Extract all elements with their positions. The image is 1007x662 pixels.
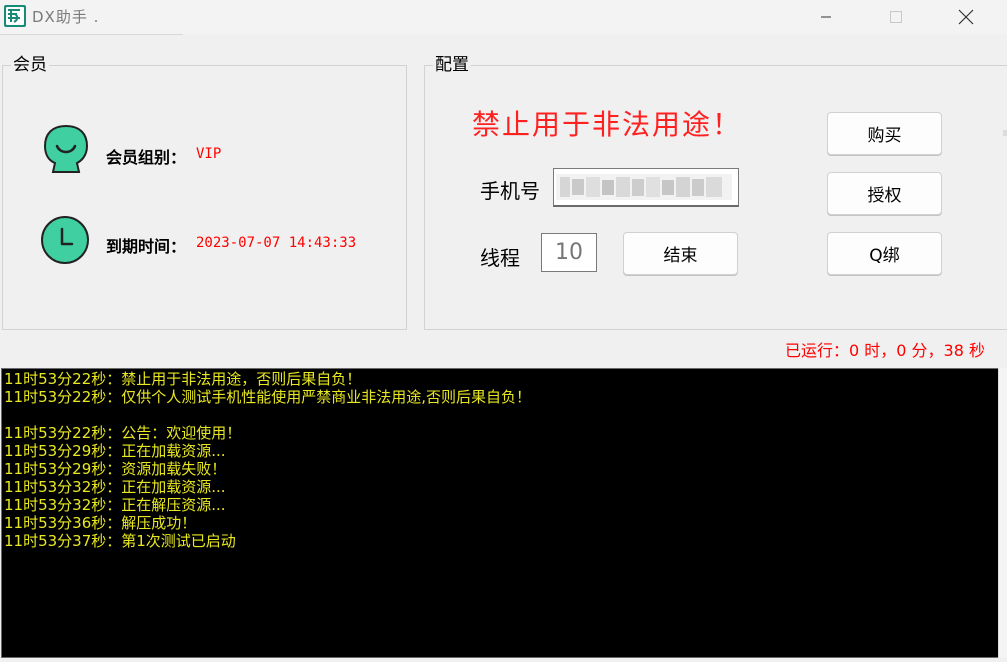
expire-time-label: 到期时间：	[106, 237, 187, 256]
member-group-box	[2, 65, 407, 330]
maximize-icon	[890, 11, 902, 23]
illegal-use-warning: 禁止用于非法用途！	[472, 108, 743, 141]
minimize-button[interactable]	[803, 0, 849, 34]
window-title: DX助手 .	[32, 8, 100, 26]
title-divider	[0, 34, 183, 35]
app-window: DX助手 . 会员 会员组别： VIP 到期时间： 2023-07-07 14:…	[0, 0, 1007, 662]
stop-button[interactable]: 结束	[623, 232, 738, 275]
log-line: 11时53分36秒：解压成功！	[4, 514, 197, 532]
title-bar[interactable]: DX助手 .	[0, 0, 1007, 34]
log-line: 11时53分29秒：正在加载资源...	[4, 442, 226, 460]
expire-time-value: 2023-07-07 14:43:33	[196, 235, 357, 251]
config-group-legend: 配置	[433, 55, 471, 75]
maximize-button[interactable]	[873, 0, 919, 34]
member-group-legend: 会员	[11, 55, 49, 75]
console-scrollbar[interactable]	[998, 368, 1007, 658]
log-line: 11时53分32秒：正在解压资源...	[4, 496, 226, 514]
log-line: 11时53分22秒：禁止用于非法用途，否则后果自负！	[4, 370, 362, 388]
close-button[interactable]	[943, 0, 989, 34]
runtime-status: 已运行：0 时，0 分，38 秒	[785, 341, 985, 360]
close-icon	[958, 9, 974, 25]
thread-count-input[interactable]: 10	[541, 233, 597, 272]
phone-label: 手机号	[480, 179, 540, 203]
window-edge-strip	[1003, 130, 1007, 136]
buy-button[interactable]: 购买	[827, 112, 942, 155]
blurred-phone-value	[556, 174, 732, 200]
minimize-icon	[821, 16, 831, 18]
clock-icon	[41, 216, 89, 264]
log-line: 11时53分29秒：资源加载失败！	[4, 460, 227, 478]
log-line: 11时53分37秒：第1次测试已启动	[4, 532, 236, 550]
thread-label: 线程	[480, 246, 520, 270]
log-line: 11时53分32秒：正在加载资源...	[4, 478, 226, 496]
member-group-value: VIP	[196, 146, 222, 162]
qbind-button[interactable]: Q绑	[827, 232, 942, 275]
phone-input[interactable]	[553, 168, 739, 207]
member-group-label: 会员组别：	[106, 148, 187, 167]
log-line: 11时53分22秒：公告：欢迎使用！	[4, 424, 242, 442]
log-console[interactable]: 11时53分22秒：禁止用于非法用途，否则后果自负！ 11时53分22秒：仅供个…	[1, 368, 999, 658]
app-logo-icon	[4, 5, 26, 27]
authorize-button[interactable]: 授权	[827, 172, 942, 215]
avatar-icon	[43, 124, 89, 173]
log-line: 11时53分22秒：仅供个人测试手机性能使用严禁商业非法用途,否则后果自负！	[4, 388, 532, 406]
